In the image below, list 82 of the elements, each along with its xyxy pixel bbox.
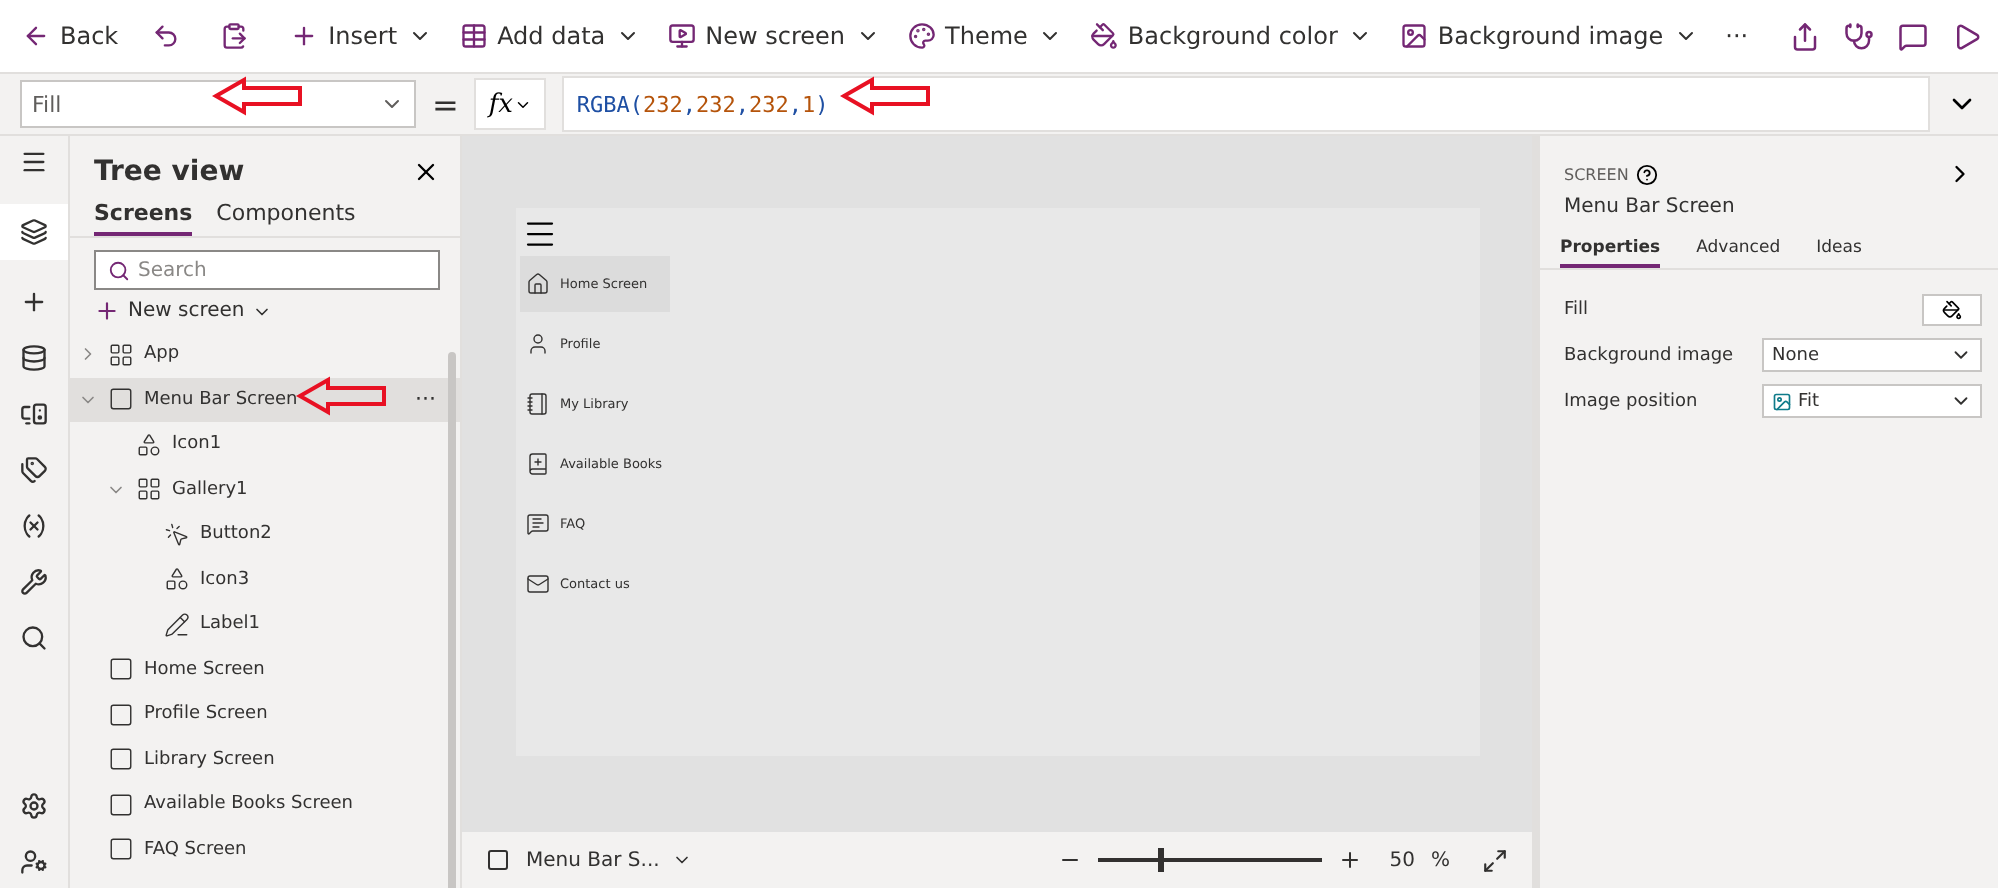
screen-icon xyxy=(667,22,696,50)
screen-icon xyxy=(108,701,134,728)
toolbar-menu-button[interactable]: Insert xyxy=(280,14,442,58)
user-icon xyxy=(526,332,550,356)
property-label: Fill xyxy=(1564,299,1589,319)
search-field[interactable]: Search xyxy=(94,250,440,290)
tree-item[interactable]: Gallery1 xyxy=(70,467,460,512)
image-icon xyxy=(1399,22,1428,50)
toolbar-menu-button[interactable]: New screen xyxy=(657,14,890,58)
fit-to-window-icon[interactable] xyxy=(1482,847,1508,873)
mail-icon xyxy=(526,572,550,596)
tree-item[interactable]: Profile Screen xyxy=(70,692,460,737)
help-icon[interactable] xyxy=(1636,163,1659,185)
screen-icon xyxy=(108,836,134,863)
annotation-arrow xyxy=(296,376,388,416)
scrollbar[interactable] xyxy=(448,352,456,888)
button-icon xyxy=(164,521,190,548)
tree-item[interactable]: Icon1 xyxy=(70,422,460,467)
panel-title: Tree view xyxy=(94,156,245,188)
tree-item[interactable]: Home Screen xyxy=(70,647,460,692)
toolbar-menu-button[interactable]: Add data xyxy=(449,14,650,58)
tab[interactable]: Advanced xyxy=(1696,234,1781,268)
equals-sign: = xyxy=(432,85,459,123)
search-icon xyxy=(108,259,130,281)
tree-item[interactable]: Button2 xyxy=(70,512,460,557)
toolbar-menu-button[interactable]: Background image xyxy=(1389,14,1708,58)
more-button[interactable]: ··· xyxy=(415,386,436,413)
home-icon xyxy=(526,272,550,296)
color-picker-button[interactable] xyxy=(1922,293,1982,325)
control-type: SCREEN xyxy=(1564,165,1629,183)
gallery-icon xyxy=(136,476,162,503)
screen-icon xyxy=(108,791,134,818)
screen-name: Menu Bar Screen xyxy=(1562,194,1737,222)
paint-bucket-icon xyxy=(1942,299,1962,319)
tree-item[interactable]: Available Books Screen xyxy=(70,782,460,827)
tree-item[interactable]: Library Screen xyxy=(70,737,460,782)
paint-bucket-icon xyxy=(1089,22,1118,50)
image-icon xyxy=(1772,391,1792,411)
property-label: Image position xyxy=(1564,391,1698,411)
dropdown[interactable]: None xyxy=(1762,338,1982,372)
close-icon[interactable] xyxy=(412,158,440,186)
plus-icon xyxy=(290,22,319,50)
book-plus-icon xyxy=(526,452,550,476)
new-screen-button[interactable]: New screen xyxy=(70,290,460,332)
screen-icon xyxy=(486,848,510,872)
screen-icon xyxy=(108,656,134,683)
toolbar-menu-button[interactable]: Theme xyxy=(897,14,1072,58)
more-button[interactable]: ··· xyxy=(1715,14,1759,58)
hamburger-icon[interactable] xyxy=(522,216,558,252)
tab[interactable]: Components xyxy=(216,196,356,236)
table-icon xyxy=(459,22,488,50)
tree-item[interactable]: Menu Bar Screen ··· xyxy=(70,377,460,422)
toolbar-menu-button[interactable]: Background color xyxy=(1079,14,1382,58)
fx-button[interactable]: fx xyxy=(474,78,547,130)
tree-item[interactable]: Label1 xyxy=(70,602,460,647)
chat-icon xyxy=(526,512,550,536)
property-dropdown[interactable]: Fill xyxy=(20,80,416,128)
zoom-slider-thumb[interactable] xyxy=(1157,848,1164,872)
dropdown[interactable]: Fit xyxy=(1762,384,1982,418)
tab[interactable]: Properties xyxy=(1560,234,1661,268)
tree-item[interactable]: FAQ Screen xyxy=(70,827,460,872)
percent-sign: % xyxy=(1430,849,1450,871)
layers-icon[interactable] xyxy=(0,204,68,260)
notebook-icon xyxy=(526,392,550,416)
annotation-arrow xyxy=(212,76,304,116)
tab[interactable]: Screens xyxy=(94,196,193,236)
screen-icon xyxy=(108,386,134,413)
screen-icon xyxy=(108,746,134,773)
tree-item[interactable]: App xyxy=(70,332,460,377)
palette-icon xyxy=(907,22,936,50)
tree-item[interactable]: Icon3 xyxy=(70,557,460,602)
back-button[interactable]: Back xyxy=(12,14,129,58)
app-icon xyxy=(108,341,134,368)
formula-input[interactable]: RGBA(232,232,232,1) xyxy=(562,76,1930,132)
zoom-in-icon[interactable] xyxy=(1337,848,1362,872)
label-icon xyxy=(164,611,190,638)
property-label: Background image xyxy=(1564,345,1734,365)
zoom-value: 50 xyxy=(1389,849,1415,871)
plus-icon xyxy=(94,298,120,324)
annotation-arrow xyxy=(840,76,932,116)
tab[interactable]: Ideas xyxy=(1816,234,1862,268)
screen-selector[interactable]: Menu Bar S... xyxy=(526,849,692,871)
